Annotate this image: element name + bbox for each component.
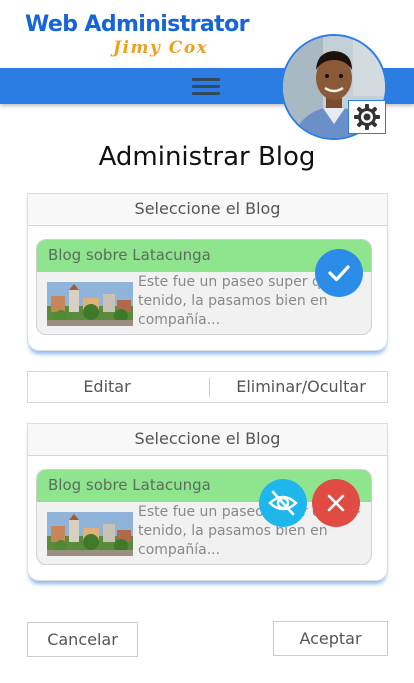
page-title: Administrar Blog bbox=[98, 142, 316, 172]
blog-thumbnail bbox=[47, 512, 133, 556]
tab-editar[interactable]: Editar bbox=[28, 372, 186, 402]
eye-off-icon bbox=[268, 490, 298, 516]
panel-header: Seleccione el Blog bbox=[28, 424, 387, 456]
cancel-button[interactable]: Cancelar bbox=[27, 622, 138, 657]
check-icon bbox=[328, 265, 350, 282]
close-icon bbox=[327, 494, 345, 512]
tab-divider bbox=[209, 378, 210, 397]
accept-button[interactable]: Aceptar bbox=[273, 621, 388, 656]
action-tabs: Editar Eliminar/Ocultar bbox=[27, 371, 388, 403]
blog-select-panel: Seleccione el Blog Blog sobre Latacunga … bbox=[27, 193, 388, 351]
settings-button[interactable] bbox=[348, 100, 386, 134]
blog-manage-panel: Seleccione el Blog Blog sobre Latacunga … bbox=[27, 423, 388, 581]
brand-title: Web Administrator bbox=[25, 12, 249, 37]
blog-thumbnail bbox=[47, 282, 133, 326]
brand-subtitle: Jimy Cox bbox=[113, 38, 209, 58]
delete-blog-button[interactable] bbox=[312, 479, 360, 527]
panel-header: Seleccione el Blog bbox=[28, 194, 387, 226]
hide-blog-button[interactable] bbox=[259, 479, 307, 527]
gear-icon bbox=[354, 104, 380, 130]
brand-logo: Web Administrator Jimy Cox bbox=[25, 12, 249, 62]
tab-eliminar-ocultar[interactable]: Eliminar/Ocultar bbox=[225, 372, 377, 402]
hamburger-icon[interactable] bbox=[192, 78, 222, 96]
select-blog-button[interactable] bbox=[315, 249, 363, 297]
